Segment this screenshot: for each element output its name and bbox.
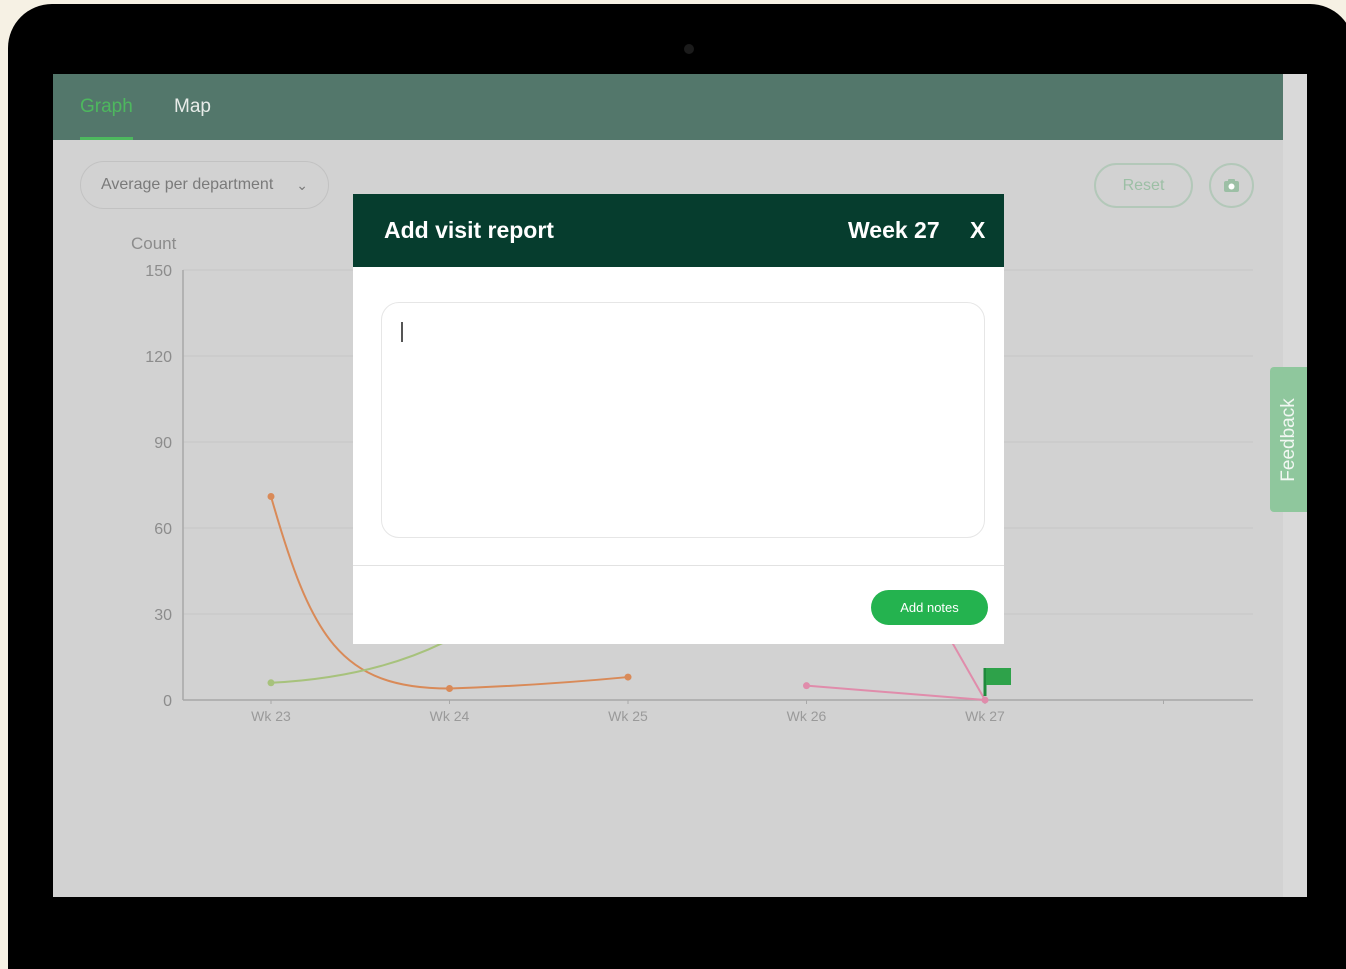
- visit-notes-textarea[interactable]: [381, 302, 985, 538]
- modal-week-label: Week 27: [848, 217, 940, 243]
- app-screen: Graph Map Average per department ⌄ Reset…: [53, 74, 1307, 897]
- modal-title: Add visit report: [384, 217, 554, 243]
- camera-dot: [684, 44, 694, 54]
- add-visit-report-modal: Add visit report Week 27 X Add notes: [353, 194, 1004, 644]
- modal-header: Add visit report Week 27 X: [353, 194, 1004, 267]
- add-notes-button[interactable]: Add notes: [871, 590, 988, 625]
- close-icon[interactable]: X: [970, 194, 985, 267]
- text-cursor: [401, 322, 403, 342]
- modal-divider: [353, 565, 1004, 566]
